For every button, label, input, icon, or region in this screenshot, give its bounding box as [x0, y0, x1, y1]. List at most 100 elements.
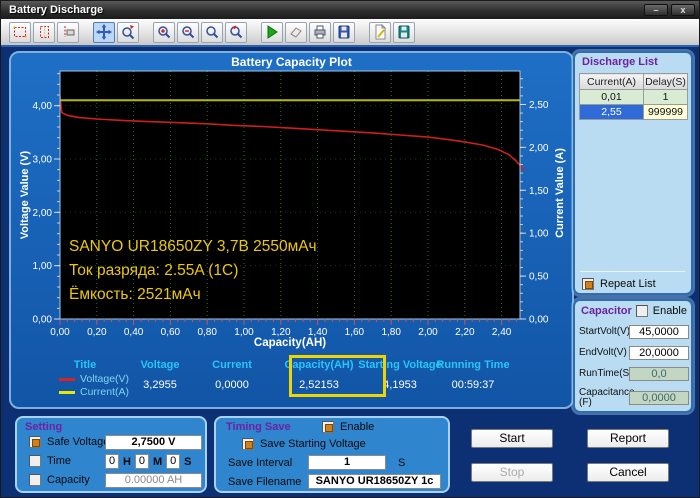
time-label: Time [47, 455, 72, 467]
zoom-revert-icon [230, 25, 243, 39]
table-row[interactable]: 0,01 1 [579, 89, 688, 105]
report-file-button[interactable] [369, 21, 391, 43]
save-file-icon [398, 25, 410, 39]
save-interval-field[interactable]: 1 [308, 455, 386, 470]
save-starting-voltage-label: Save Starting Voltage [260, 438, 366, 450]
capacitor-enable-label: Enable [652, 305, 687, 317]
capacitor-field[interactable]: 0,0000 [629, 391, 689, 405]
save-interval-unit: S [398, 457, 406, 469]
zoom-in-icon [158, 26, 171, 39]
zoom-revert-button[interactable] [225, 21, 247, 43]
pan-icon [96, 24, 112, 40]
chart-annotation: Ток разряда: 2.55A (1С) [69, 262, 238, 279]
current-cell[interactable]: 2,55 [579, 104, 644, 120]
cancel-button[interactable]: Cancel [587, 463, 669, 482]
run-icon [267, 25, 278, 39]
zoom-dynamic-button[interactable] [117, 21, 139, 43]
save-filename-field[interactable]: SANYO UR18650ZY 1c [308, 474, 441, 489]
delay-cell[interactable]: 1 [643, 89, 688, 105]
capacitor-field-label: RunTime(S) [579, 368, 633, 379]
zoom-window-icon [13, 26, 27, 38]
y-left-tick-label: 4,00 [33, 101, 53, 112]
hours-unit: H [123, 455, 131, 468]
setting-title: Setting [25, 421, 63, 433]
app-window: Battery Discharge – x Battery Capacity P… [0, 0, 700, 498]
minutes-unit: M [152, 455, 163, 468]
cursor-values-icon [64, 26, 75, 37]
time-checkbox[interactable] [29, 455, 41, 467]
delay-cell[interactable]: 999999 [643, 104, 688, 120]
toolbar [1, 19, 699, 47]
capacitor-enable-checkbox[interactable] [635, 305, 648, 317]
y-right-tick-label: 1,50 [529, 186, 549, 197]
erase-button[interactable] [285, 21, 307, 43]
stat-value: 0,0000 [215, 379, 249, 391]
capacity-label: Capacity [47, 474, 90, 486]
save-file-button[interactable] [393, 21, 415, 43]
time-minutes-field[interactable]: 0 [134, 454, 149, 469]
stat-header: Current [212, 359, 252, 371]
zoom-in-button[interactable] [153, 21, 175, 43]
stat-value: 3,2955 [143, 379, 177, 391]
timing-save-title: Timing Save [226, 421, 291, 433]
zoom-search-icon [206, 26, 219, 39]
y-left-tick-label: 3,00 [33, 155, 53, 166]
cursor-values-button[interactable] [57, 21, 79, 43]
start-button[interactable]: Start [471, 429, 553, 448]
y-left-tick-label: 0,00 [33, 315, 53, 326]
discharge-table[interactable]: Current(A) Delay(S) 0,01 1 2,55 999999 [579, 73, 688, 120]
save-icon [338, 25, 350, 39]
erase-icon [290, 27, 302, 38]
close-button[interactable]: x [671, 4, 695, 16]
capacity-field[interactable]: 0.00000 AH [105, 473, 202, 488]
pan-button[interactable] [93, 21, 115, 43]
capacitor-field[interactable]: 0,0 [629, 367, 689, 381]
client-area: Battery Capacity Plot 0,00 0,20 0,40 0,60 0,… [1, 47, 699, 497]
capacitor-field[interactable]: 45,0000 [629, 325, 689, 339]
stop-button[interactable]: Stop [471, 463, 553, 482]
zoom-window-button[interactable] [9, 21, 31, 43]
legend-swatch [59, 377, 75, 381]
title-bar: Battery Discharge – x [1, 1, 699, 19]
safe-voltage-label: Safe Voltage [47, 436, 110, 448]
timing-save-enable-checkbox[interactable] [322, 421, 334, 433]
timing-save-panel: Timing Save Enable Save Starting Voltage… [214, 416, 450, 493]
zoom-rect-button[interactable] [33, 21, 55, 43]
current-cell[interactable]: 0,01 [579, 89, 644, 105]
stat-header: Voltage [140, 359, 180, 371]
window-title: Battery Discharge [9, 4, 104, 16]
time-hours-field[interactable]: 0 [105, 454, 119, 469]
run-button[interactable] [261, 21, 283, 43]
setting-panel: Setting Safe Voltage 2,7500 V Time 0 H 0… [15, 416, 207, 493]
zoom-dynamic-icon [122, 25, 135, 40]
zoom-search-button[interactable] [201, 21, 223, 43]
y-right-tick-label: 2,00 [529, 143, 549, 154]
battery-capacity-plot[interactable]: 0,00 0,20 0,40 0,60 0,80 1,00 1,20 1,40 1,60 1,80… [11, 53, 576, 353]
capacitor-field[interactable]: 20,0000 [629, 346, 689, 360]
save-filename-label: Save Filename [228, 476, 302, 488]
chart-annotation: Ёмкость: 2521мАч [69, 286, 201, 303]
table-row[interactable]: 2,55 999999 [579, 104, 688, 120]
column-header[interactable]: Current(A) [579, 73, 644, 90]
save-button[interactable] [333, 21, 355, 43]
minimize-button[interactable]: – [644, 4, 668, 16]
print-button[interactable] [309, 21, 331, 43]
report-button[interactable]: Report [587, 429, 669, 448]
safe-voltage-checkbox[interactable] [29, 436, 41, 448]
repeat-list-checkbox[interactable] [582, 278, 594, 290]
column-header[interactable]: Delay(S) [643, 73, 688, 90]
capacitor-title: Capacitor [581, 305, 632, 317]
left-axis-label: Voltage Value (V) [19, 150, 31, 240]
capacity-checkbox[interactable] [29, 474, 41, 486]
repeat-list-label: Repeat List [600, 278, 656, 290]
stats-row: Title Voltage(V) Current(A) Voltage 3,2955… [11, 353, 572, 409]
safe-voltage-field[interactable]: 2,7500 V [105, 435, 202, 450]
save-starting-voltage-checkbox[interactable] [242, 438, 254, 450]
y-right-tick-label: 1,00 [529, 229, 549, 240]
print-icon [314, 25, 326, 39]
legend-label: Voltage(V) [80, 373, 130, 385]
zoom-out-button[interactable] [177, 21, 199, 43]
capacitor-panel: Capacitor Enable StartVolt(V) 45,0000 EndV… [573, 299, 693, 413]
time-seconds-field[interactable]: 0 [166, 454, 181, 469]
chart-annotation: SANYO UR18650ZY 3,7В 2550мАч [69, 238, 317, 255]
